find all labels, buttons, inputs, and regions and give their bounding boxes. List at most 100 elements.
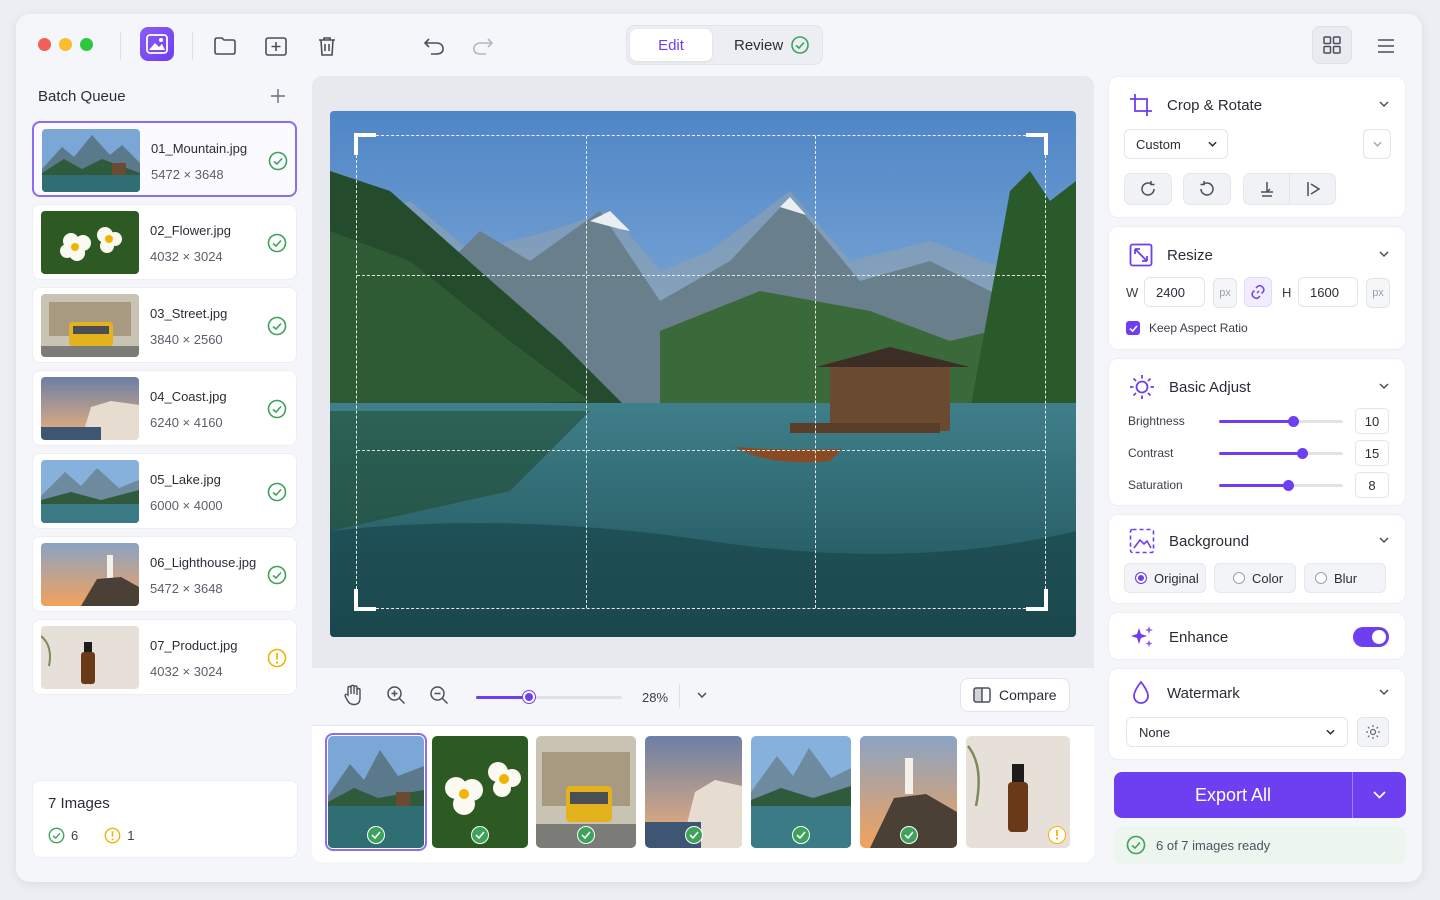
check-circle-icon (267, 399, 287, 419)
filmstrip-item[interactable] (536, 736, 636, 848)
height-unit[interactable]: px (1366, 278, 1390, 308)
ready-status: 6 of 7 images ready (1114, 826, 1406, 864)
maximize-window-button[interactable] (80, 38, 93, 51)
main-photo[interactable] (330, 111, 1076, 637)
zoom-out-button[interactable] (426, 682, 452, 708)
filmstrip-item[interactable] (966, 736, 1070, 848)
add-to-queue-button[interactable] (266, 84, 290, 108)
radio-unselected-icon (1315, 572, 1327, 584)
brightness-value[interactable]: 10 (1355, 408, 1389, 434)
background-option-blur[interactable]: Blur (1304, 563, 1386, 593)
crop-preset-select[interactable]: Custom (1124, 129, 1228, 159)
crop-box[interactable] (356, 135, 1046, 609)
redo-button[interactable] (465, 28, 501, 64)
brightness-slider-handle[interactable] (1288, 416, 1300, 427)
tab-review[interactable]: Review (722, 29, 820, 61)
flip-vertical-button[interactable] (1244, 180, 1289, 198)
image-count: 7 Images (48, 795, 110, 812)
flip-horizontal-button[interactable] (1290, 180, 1335, 198)
brightness-slider[interactable] (1219, 416, 1343, 427)
crop-handle-top-right[interactable] (1026, 133, 1048, 155)
crop-handle-bottom-right[interactable] (1026, 589, 1048, 611)
chevron-down-icon (1379, 101, 1389, 108)
contrast-slider-handle[interactable] (1297, 448, 1309, 459)
saturation-slider-handle[interactable] (1283, 480, 1295, 491)
chevron-down-icon (1379, 537, 1389, 544)
crop-rotate-header[interactable]: Crop & Rotate (1129, 91, 1262, 119)
filmstrip-item[interactable] (751, 736, 851, 848)
export-all-button-group: Export All (1114, 772, 1406, 818)
grid-view-button[interactable] (1312, 26, 1352, 64)
watermark-select[interactable]: None (1126, 717, 1348, 747)
resize-section: Resize W 2400 px H 1600 px Keep Aspect R… (1108, 226, 1406, 350)
saturation-slider[interactable] (1219, 480, 1343, 491)
keep-aspect-ratio-checkbox[interactable]: Keep Aspect Ratio (1126, 321, 1248, 335)
background-header[interactable]: Background (1129, 527, 1249, 555)
close-window-button[interactable] (38, 38, 51, 51)
filmstrip-item[interactable] (860, 736, 957, 848)
background-option-color[interactable]: Color (1214, 563, 1296, 593)
height-input[interactable]: 1600 (1298, 277, 1358, 307)
width-unit[interactable]: px (1213, 278, 1237, 308)
zoom-slider-handle[interactable] (522, 691, 535, 703)
contrast-value[interactable]: 15 (1355, 440, 1389, 466)
export-options-dropdown[interactable] (1353, 772, 1406, 818)
background-option-original[interactable]: Original (1124, 563, 1206, 593)
delete-button[interactable] (309, 28, 345, 64)
background-option-label: Original (1154, 570, 1199, 586)
radio-selected-icon (1135, 572, 1147, 584)
rotate-left-button[interactable] (1183, 173, 1231, 205)
radio-unselected-icon (1233, 572, 1245, 584)
filmstrip-item[interactable] (325, 733, 427, 851)
check-circle-icon (48, 827, 65, 844)
queue-item[interactable]: 04_Coast.jpg 6240 × 4160 (32, 370, 297, 446)
rotate-right-button[interactable] (1124, 173, 1172, 205)
compare-button[interactable]: Compare (960, 678, 1070, 712)
queue-item[interactable]: 01_Mountain.jpg 5472 × 3648 (32, 121, 297, 197)
background-icon (1129, 528, 1155, 554)
pan-tool-button[interactable] (340, 682, 366, 708)
flip-vertical-icon (1260, 182, 1273, 197)
menu-button[interactable] (1368, 28, 1404, 64)
queue-item[interactable]: 06_Lighthouse.jpg 5472 × 3648 (32, 536, 297, 612)
check-circle-icon (267, 316, 287, 336)
add-image-button[interactable] (258, 28, 294, 64)
crop-handle-top-left[interactable] (354, 133, 376, 155)
image-app-icon (140, 27, 174, 61)
check-circle-icon (791, 36, 809, 54)
warning-circle-icon (267, 648, 287, 668)
saturation-value[interactable]: 8 (1355, 472, 1389, 498)
zoom-in-icon (387, 686, 406, 705)
undo-button[interactable] (416, 28, 452, 64)
queue-item[interactable]: 07_Product.jpg 4032 × 3024 (32, 619, 297, 695)
watermark-settings-button[interactable] (1357, 717, 1389, 747)
crop-options-dropdown[interactable] (1363, 129, 1391, 159)
queue-item-name: 02_Flower.jpg (150, 223, 231, 238)
saturation-slider-fill (1219, 484, 1289, 487)
export-all-button[interactable]: Export All (1114, 772, 1352, 818)
link-aspect-button[interactable] (1244, 277, 1272, 307)
tab-edit[interactable]: Edit (630, 29, 712, 61)
filmstrip-item[interactable] (645, 736, 742, 848)
width-input[interactable]: 2400 (1144, 277, 1205, 307)
basic-adjust-header[interactable]: Basic Adjust (1129, 373, 1251, 401)
minimize-window-button[interactable] (59, 38, 72, 51)
zoom-slider[interactable] (476, 691, 622, 703)
open-folder-button[interactable] (207, 28, 243, 64)
enhance-toggle[interactable] (1353, 627, 1389, 647)
thumbnail-street (41, 294, 139, 357)
watermark-header[interactable]: Watermark (1129, 679, 1240, 707)
queue-item[interactable]: 02_Flower.jpg 4032 × 3024 (32, 204, 297, 280)
viewer-controls: 28% Compare (312, 668, 1094, 726)
queue-item[interactable]: 05_Lake.jpg 6000 × 4000 (32, 453, 297, 529)
rotate-right-icon (1141, 181, 1155, 196)
filmstrip-item[interactable] (432, 736, 528, 848)
contrast-slider[interactable] (1219, 448, 1343, 459)
resize-header[interactable]: Resize (1129, 241, 1213, 269)
crop-handle-bottom-left[interactable] (354, 589, 376, 611)
status-counts: 6 1 (48, 827, 134, 844)
queue-summary: 7 Images 6 1 (32, 780, 298, 858)
queue-item[interactable]: 03_Street.jpg 3840 × 2560 (32, 287, 297, 363)
zoom-in-button[interactable] (383, 682, 409, 708)
zoom-dropdown[interactable] (693, 686, 711, 704)
